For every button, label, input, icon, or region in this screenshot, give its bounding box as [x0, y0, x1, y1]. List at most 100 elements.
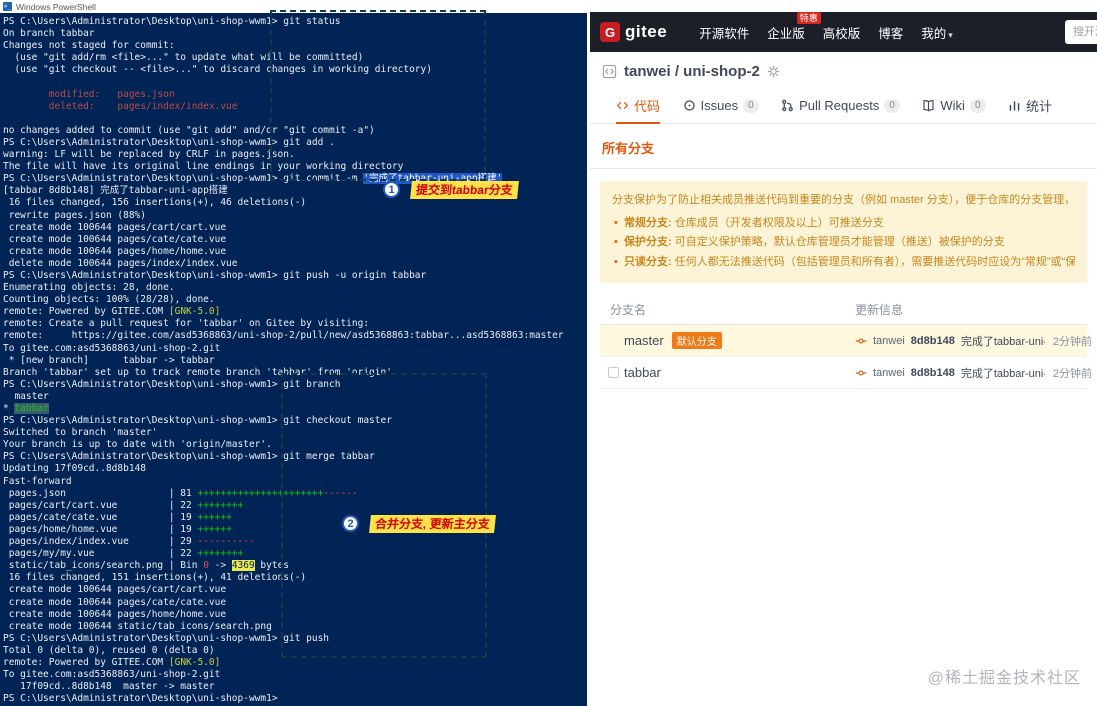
gear-icon[interactable] [767, 65, 780, 78]
notice-intro-text: 分支保护为了防止相关成员推送代码到重要的分支（例如 master 分支），便于仓… [612, 194, 1075, 206]
nav-link-opensource[interactable]: 开源软件 [699, 23, 749, 42]
annotation-dashed-box-1 [270, 10, 486, 181]
terminal-line: remote: Powered by GITEE.COM [GNK-5.0] [3, 306, 221, 318]
repo-icon [602, 64, 617, 79]
watermark: @稀土掘金技术社区 [927, 670, 1081, 687]
terminal-line: 17f09cd..8d8b148 master -> master [3, 681, 215, 693]
tab-label: 代码 [634, 99, 661, 114]
terminal-line: * [new branch] tabbar -> tabbar [3, 354, 215, 366]
branch-filter-row: 所有分支 [590, 124, 1097, 169]
commit-author[interactable]: tanwei [873, 367, 905, 379]
terminal-line: create mode 100644 pages/cate/cate.vue [3, 233, 227, 245]
branch-update-info: tanwei 8d8b148 完成了tabbar-uni-app... 2分钟前 [855, 333, 1092, 349]
nav-link-mine[interactable]: 我的 ▾ [921, 23, 953, 42]
gitee-logo[interactable]: G gitee [600, 22, 667, 42]
branch-checkbox[interactable] [608, 367, 619, 379]
repo-header: tanwei / uni-shop-2 [590, 52, 1097, 90]
terminal-line: create mode 100644 pages/cart/cart.vue [3, 221, 227, 233]
terminal-line: Counting objects: 100% (28/28), done. [3, 294, 215, 306]
issues-icon [683, 99, 696, 112]
search-input[interactable] [1065, 20, 1097, 44]
branch-rows: master 默认分支 tanwei 8d8b148 完成了tabbar-uni-app… [600, 325, 1092, 390]
default-branch-badge: 默认分支 [671, 332, 722, 350]
branch-table-header: 分支名 更新信息 [600, 295, 1087, 326]
notice-list: 常规分支: 仓库成员（开发者权限及以上）可推送分支保护分支: 可自定义保护策略，… [612, 214, 1075, 273]
powershell-window: >_ Windows PowerShell PS C:\Users\Admini… [0, 0, 587, 706]
powershell-icon: >_ [3, 2, 12, 11]
screenshot-root: >_ Windows PowerShell PS C:\Users\Admini… [0, 0, 1097, 706]
tab-count-badge: 0 [969, 98, 986, 113]
pr-icon [781, 99, 794, 112]
tab-count-badge: 0 [743, 98, 759, 113]
step-2-badge: 2 [342, 515, 359, 532]
commit-message[interactable]: 完成了tabbar-uni-app... [961, 333, 1045, 349]
gitee-navbar: G gitee 开源软件 企业版 特惠 高校版 博客 我的 ▾ [590, 11, 1097, 52]
commit-author[interactable]: tanwei [873, 335, 905, 347]
terminal-line: Enumerating objects: 28, done. [3, 282, 175, 294]
tab-label: 统计 [1025, 99, 1052, 114]
terminal-title: Windows PowerShell [16, 1, 96, 12]
nav-link-label: 高校版 [822, 26, 861, 41]
terminal-line: rewrite pages.json (88%) [3, 209, 146, 221]
branch-name-link[interactable]: tabbar [624, 365, 661, 380]
branch-row-master: master 默认分支 tanwei 8d8b148 完成了tabbar-uni-app… [600, 325, 1092, 358]
nav-link-label: 开源软件 [699, 26, 750, 41]
tab-wiki[interactable]: Wiki 0 [922, 90, 986, 124]
step-1-badge: 1 [383, 181, 400, 198]
commit-message[interactable]: 完成了tabbar-uni-app... [961, 365, 1045, 381]
repo-tabs: 代码 Issues 0 Pull Requests 0 Wiki 0 统计 [590, 90, 1097, 124]
branches-section: 所有分支 分支保护为了防止相关成员推送代码到重要的分支（例如 master 分支… [590, 124, 1097, 390]
column-update-info: 更新信息 [855, 303, 904, 318]
terminal-line: delete mode 100644 pages/index/index.vue [3, 257, 238, 269]
chevron-down-icon: ▾ [948, 29, 953, 40]
tab-issues[interactable]: Issues 0 [683, 90, 759, 124]
nav-link-label: 我的 [921, 26, 947, 41]
terminal-line: PS C:\Users\Administrator\Desktop\uni-sh… [3, 693, 278, 705]
nav-link-enterprise[interactable]: 企业版 特惠 [767, 11, 821, 42]
tab-pull-requests[interactable]: Pull Requests 0 [781, 90, 900, 124]
tab-label: Wiki [940, 98, 965, 113]
column-branch-name: 分支名 [610, 303, 647, 318]
branch-update-info: tanwei 8d8b148 完成了tabbar-uni-app... 2分钟前 [855, 365, 1092, 381]
commit-time: 2分钟前 [1052, 367, 1092, 380]
nav-link-label: 博客 [878, 26, 904, 41]
code-icon [616, 99, 629, 112]
branch-row-tabbar: tabbar tanwei 8d8b148 完成了tabbar-uni-app... 2… [600, 357, 1092, 390]
branch-protection-notice: 分支保护为了防止相关成员推送代码到重要的分支（例如 master 分支），便于仓… [600, 181, 1087, 284]
step-2-label: 合并分支, 更新主分支 [369, 515, 496, 533]
gitee-logo-icon: G [600, 22, 620, 42]
notice-item: 常规分支: 仓库成员（开发者权限及以上）可推送分支 [612, 214, 1075, 234]
terminal-line: create mode 100644 pages/home/home.vue [3, 245, 227, 257]
commit-icon [855, 335, 867, 347]
nav-link-blog[interactable]: 博客 [878, 23, 903, 42]
terminal-line: remote: https://gitee.com/asd5368863/uni… [3, 330, 564, 342]
repo-title[interactable]: tanwei / uni-shop-2 [624, 63, 760, 80]
terminal-line: remote: Create a pull request for 'tabba… [3, 318, 370, 330]
tab-label: Issues [700, 98, 739, 113]
gitee-logo-text: gitee [625, 22, 668, 41]
tab-count-badge: 0 [884, 98, 900, 113]
terminal-line: 16 files changed, 156 insertions(+), 46 … [3, 197, 307, 209]
wiki-icon [922, 99, 935, 112]
step-1-label: 提交到tabbar分支 [410, 181, 519, 199]
commit-time: 2分钟前 [1052, 335, 1092, 348]
commit-sha[interactable]: 8d8b148 [911, 335, 955, 347]
stats-icon [1008, 99, 1021, 112]
notice-item: 只读分支: 任何人都无法推送代码（包括管理员和所有者），需要推送代码时应设为“常… [612, 253, 1075, 273]
terminal-line: remote: Powered by GITEE.COM [GNK-5.0] [3, 656, 221, 668]
commit-sha[interactable]: 8d8b148 [911, 367, 955, 379]
notice-item: 保护分支: 可自定义保护策略，默认仓库管理员才能管理（推送）被保护的分支 [612, 233, 1075, 253]
nav-link-label: 企业版 [767, 26, 805, 41]
tab-code[interactable]: 代码 [616, 90, 661, 124]
commit-icon [855, 367, 867, 379]
gitee-browser-panel: G gitee 开源软件 企业版 特惠高校版 博客 我的▾ tanwei / uni-s… [590, 0, 1097, 706]
terminal-line: PS C:\Users\Administrator\Desktop\uni-sh… [3, 269, 427, 281]
tab-label: Pull Requests [799, 98, 880, 113]
filter-all-branches[interactable]: 所有分支 [602, 141, 654, 156]
tab-stats[interactable]: 统计 [1008, 90, 1052, 124]
promo-badge: 特惠 [796, 11, 821, 24]
nav-link-education[interactable]: 高校版 [823, 23, 861, 42]
terminal-line: To gitee.com:asd5368863/uni-shop-2.git [3, 342, 221, 354]
nav-links: 开源软件 企业版 特惠 高校版 博客 我的 ▾ [699, 11, 953, 42]
branch-name-link[interactable]: master [624, 333, 664, 348]
